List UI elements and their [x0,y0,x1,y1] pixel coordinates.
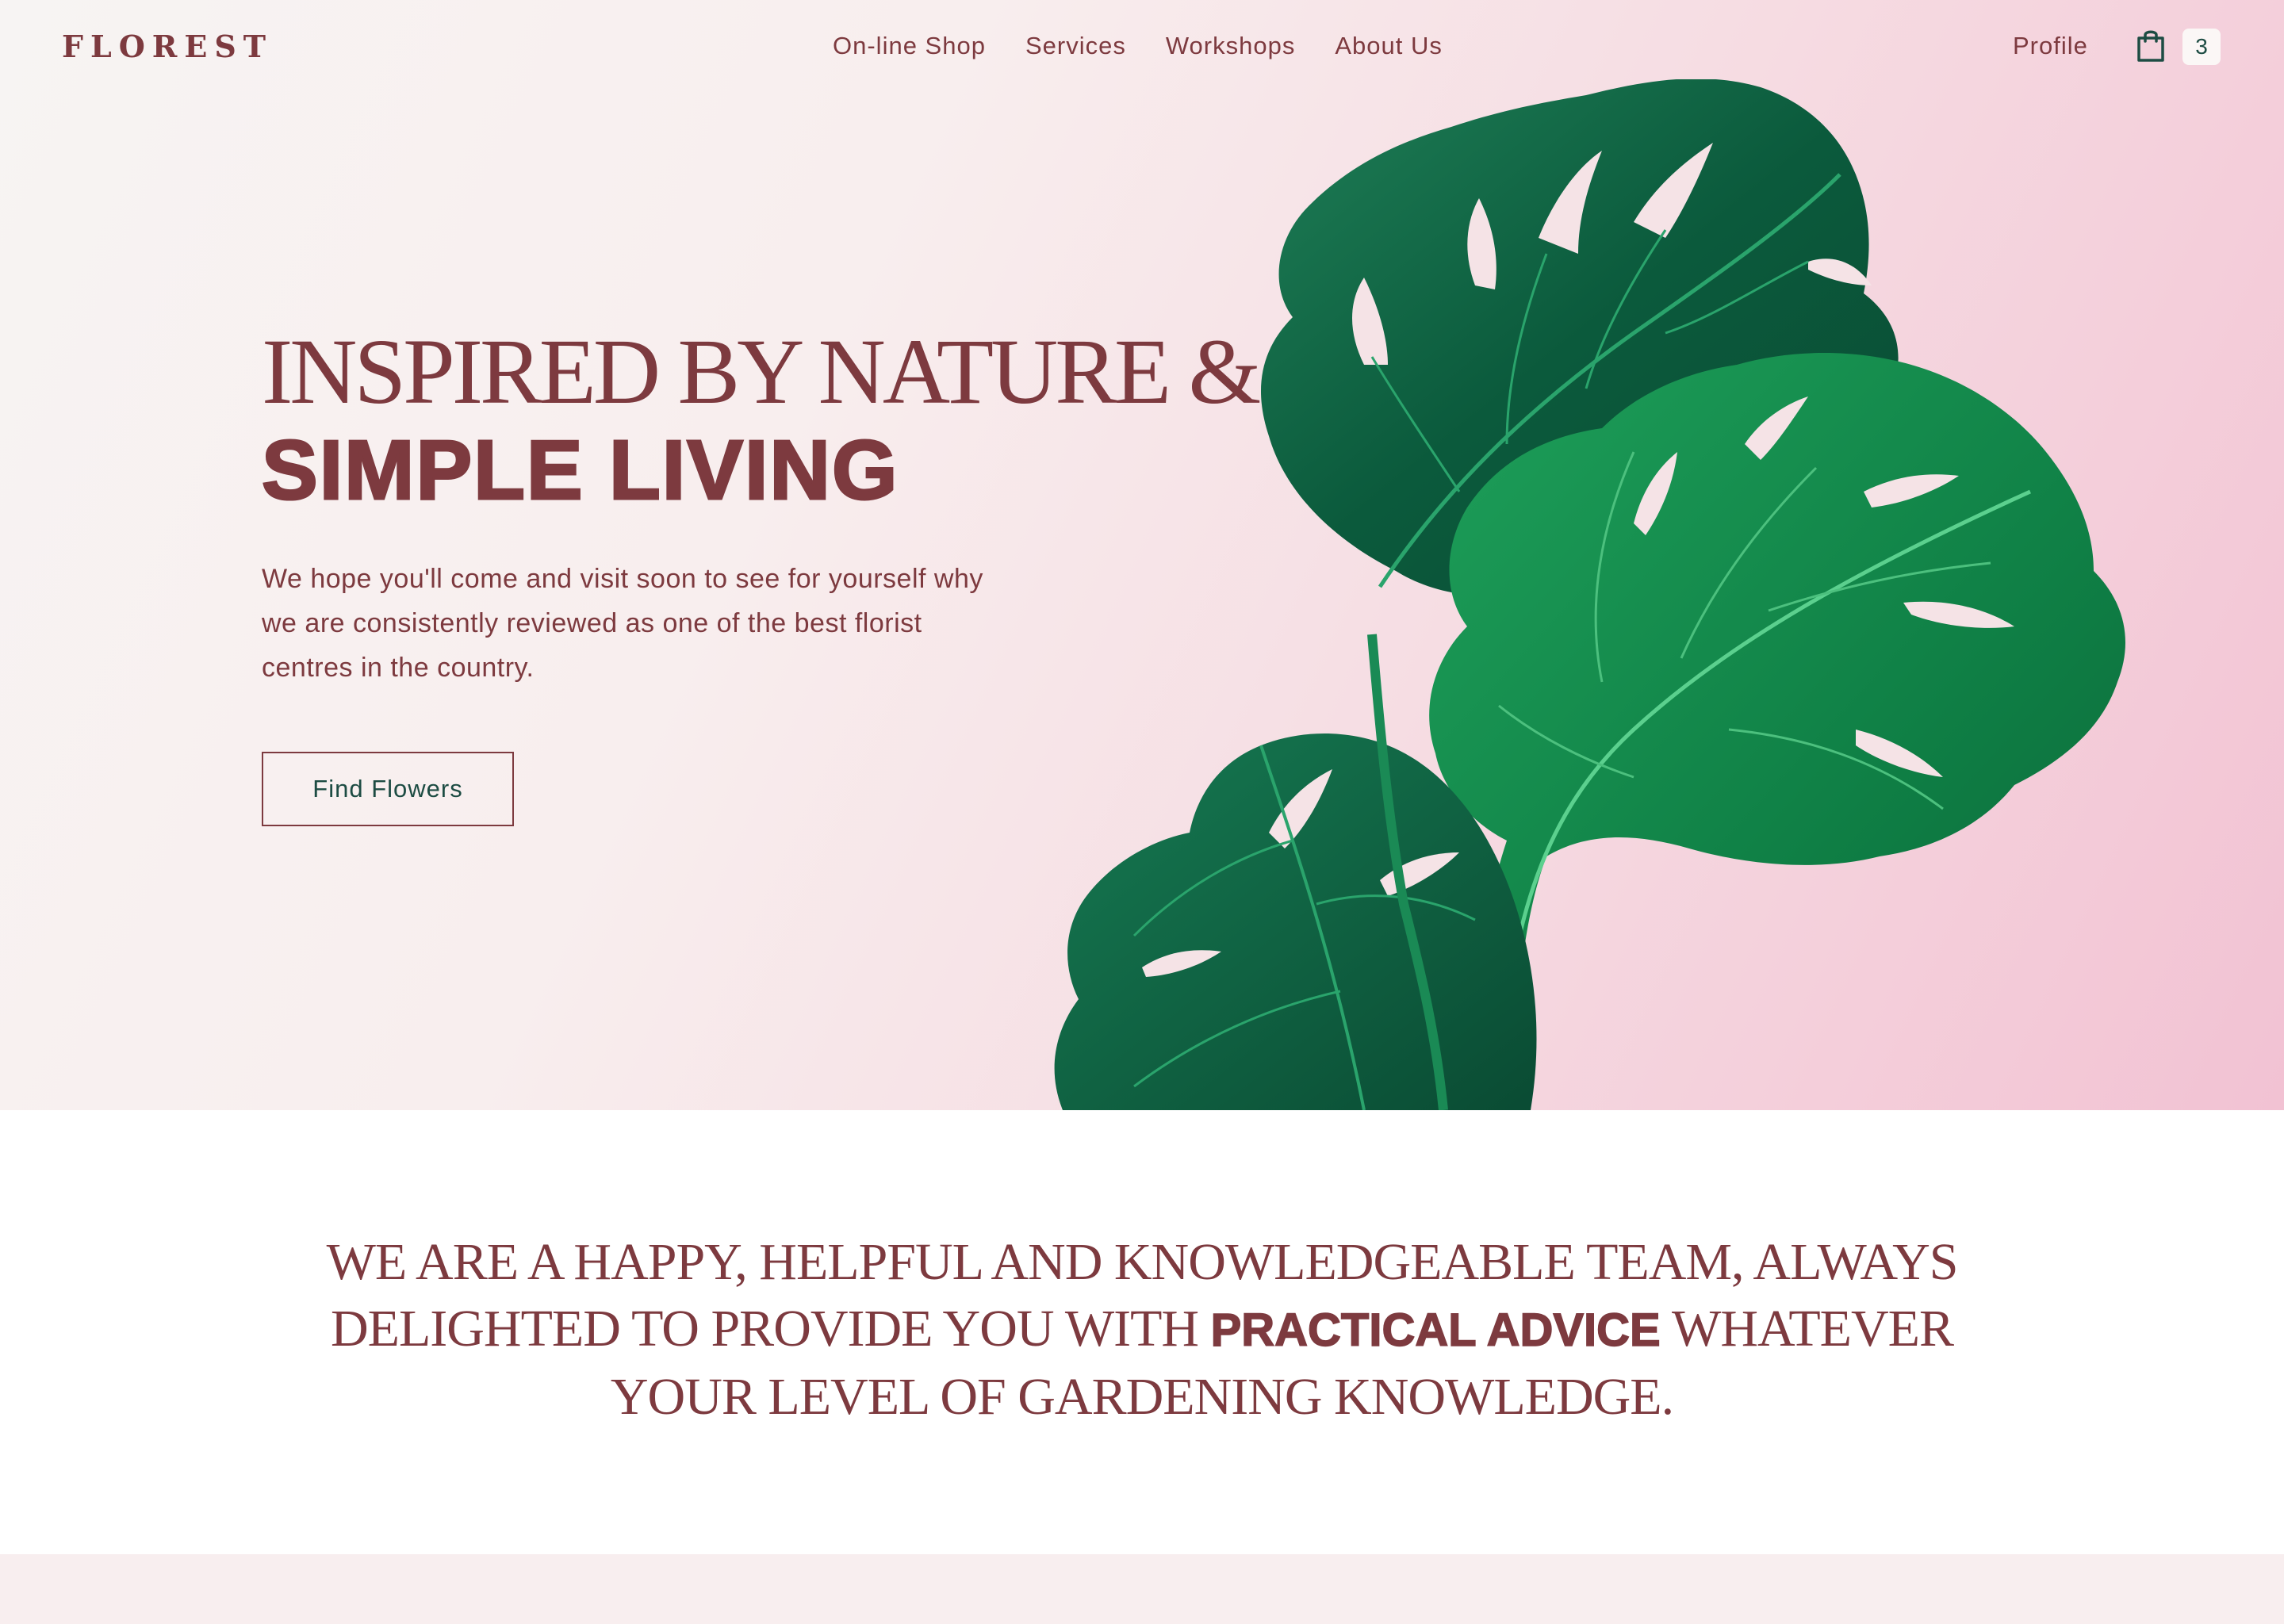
top-navigation: FLOREST On-line Shop Services Workshops … [0,0,2284,95]
hero-title-line2: SIMPLE LIVING [260,423,899,517]
cart-count-badge[interactable]: 3 [2182,29,2221,65]
shopping-bag-icon[interactable] [2135,29,2167,63]
hero-section: FLOREST On-line Shop Services Workshops … [0,0,2284,1110]
nav-item-about-us[interactable]: About Us [1335,32,1443,60]
next-section-band [0,1554,2284,1624]
find-flowers-button[interactable]: Find Flowers [262,752,514,826]
hero-description: We hope you'll come and visit soon to se… [262,564,983,683]
brand-logo[interactable]: FLOREST [62,29,273,64]
main-menu: On-line Shop Services Workshops About Us [833,32,1443,60]
nav-item-workshops[interactable]: Workshops [1166,32,1296,60]
profile-link[interactable]: Profile [2013,32,2088,60]
monstera-leaves-image [1054,79,2125,1110]
nav-item-online-shop[interactable]: On-line Shop [833,32,986,60]
nav-item-services[interactable]: Services [1025,32,1126,60]
mission-emphasis: PRACTICAL ADVICE [1210,1304,1661,1357]
hero-title-line1: INSPIRED BY NATURE & [262,320,1261,423]
mission-statement: WE ARE A HAPPY, HELPFUL AND KNOWLEDGEABL… [270,1229,2014,1431]
